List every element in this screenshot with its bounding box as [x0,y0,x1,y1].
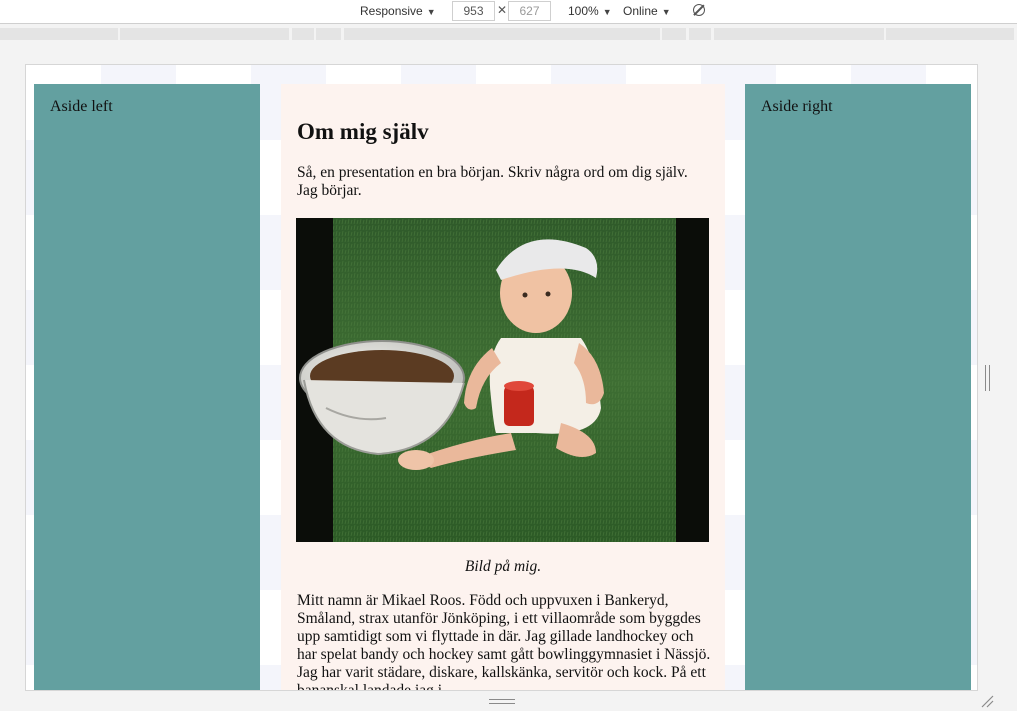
photo-caption: Bild på mig. [464,558,542,575]
rotate-icon[interactable] [693,4,705,16]
resize-handle-right[interactable] [985,365,990,391]
profile-photo [296,218,709,542]
network-label: Online [623,4,658,18]
media-query-segment[interactable] [344,28,660,40]
media-query-segment[interactable] [120,28,289,40]
aside-right-label: Aside right [761,98,833,115]
media-query-segment[interactable] [886,28,1014,40]
chevron-down-icon: ▼ [426,7,436,17]
resize-corner-icon[interactable] [980,694,994,708]
media-query-segment[interactable] [292,28,314,40]
chevron-down-icon: ▼ [602,7,612,17]
aside-right: Aside right [745,84,971,690]
page-title: Om mig själv [297,119,429,144]
zoom-label: 100% [568,4,599,18]
bio-paragraph: Mitt namn är Mikael Roos. Född och uppvu… [297,592,711,691]
dimension-separator: ✕ [497,3,508,17]
zoom-select[interactable]: 100% ▼ [568,0,612,22]
chevron-down-icon: ▼ [661,7,671,17]
height-input[interactable]: 627 [508,1,551,21]
aside-left-label: Aside left [50,98,113,115]
device-toolbar: Responsive ▼ 953 ✕ 627 100% ▼ Online ▼ [0,0,1017,24]
intro-paragraph: Så, en presentation en bra början. Skriv… [297,164,688,199]
baby-photo-image [296,218,709,542]
media-query-segment[interactable] [662,28,686,40]
media-query-bar [0,28,1017,40]
media-query-segment[interactable] [316,28,341,40]
media-query-segment[interactable] [0,28,118,40]
media-query-segment[interactable] [714,28,884,40]
aside-left: Aside left [34,84,260,690]
main-content: Om mig själv Så, en presentation en bra … [281,84,725,691]
media-query-segment[interactable] [689,28,711,40]
device-label: Responsive [360,4,423,18]
device-select[interactable]: Responsive ▼ [360,0,436,22]
resize-handle-bottom[interactable] [489,699,515,704]
device-viewport: Aside left Om mig själv Så, en presentat… [25,64,978,691]
width-input[interactable]: 953 [452,1,495,21]
network-select[interactable]: Online ▼ [623,0,671,22]
